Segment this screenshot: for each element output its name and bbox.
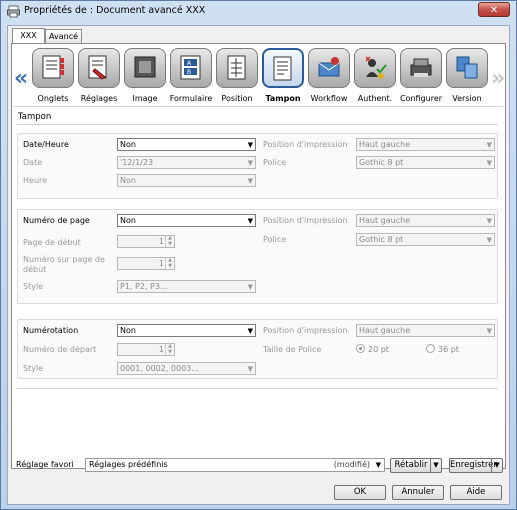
- chevron-down-icon: ▼: [430, 459, 441, 472]
- heure-label: Heure: [23, 176, 48, 185]
- date-police-select[interactable]: Gothic 8 pt ▼: [356, 156, 495, 169]
- image-icon: [124, 48, 166, 88]
- ok-button[interactable]: OK: [334, 485, 386, 500]
- spin-down-icon[interactable]: ▼: [165, 264, 174, 269]
- chevron-down-icon: ▼: [247, 283, 253, 291]
- numbering-position-label: Position d'impression: [263, 326, 348, 335]
- chevron-down-icon: ▼: [247, 327, 253, 335]
- tab-avance[interactable]: Avancé: [45, 29, 82, 43]
- chevron-down-icon: ▼: [375, 461, 381, 469]
- position-icon: [216, 48, 258, 88]
- chevron-down-icon: ▼: [486, 236, 492, 244]
- title-bar: Propriétés de : Document avancé XXX ✕: [1, 1, 516, 23]
- dialog-client: XXX Avancé « » Onglets Réglages Image A …: [7, 25, 510, 505]
- chevron-down-icon: ▼: [247, 159, 253, 167]
- start-page-stepper[interactable]: 1 ▲ ▼: [117, 235, 175, 248]
- version-icon: [446, 48, 488, 88]
- help-button[interactable]: Aide: [450, 485, 502, 500]
- scroll-right-arrow-icon[interactable]: »: [491, 66, 505, 91]
- date-time-group: Date/Heure Non ▼ Date '12/1/23 ▼ Heure Non…: [17, 133, 498, 199]
- restore-button[interactable]: Rétablir ▼: [390, 458, 442, 473]
- modified-indicator: (modifié): [333, 460, 370, 469]
- workflow-icon: [308, 48, 350, 88]
- spin-down-icon[interactable]: ▼: [165, 242, 174, 247]
- cancel-button[interactable]: Annuler: [392, 485, 444, 500]
- date-police-label: Police: [263, 158, 287, 167]
- chevron-down-icon: ▼: [247, 365, 253, 373]
- icon-version[interactable]: Version: [442, 48, 492, 108]
- feature-icon-bar: « » Onglets Réglages Image A B Formulair…: [12, 44, 505, 124]
- date-position-label: Position d'impression: [263, 140, 348, 149]
- font-size-label: Taille de Police: [263, 345, 322, 354]
- radio-20pt[interactable]: 20 pt: [356, 344, 389, 354]
- section-separator: [17, 124, 498, 125]
- tab-panel: « » Onglets Réglages Image A B Formulair…: [11, 43, 506, 469]
- scroll-left-arrow-icon[interactable]: «: [14, 66, 28, 91]
- start-number-label: Numéro sur page de début: [23, 255, 105, 274]
- page-number-label: Numéro de page: [23, 216, 90, 225]
- close-button[interactable]: ✕: [478, 2, 510, 17]
- section-title: Tampon: [18, 112, 52, 122]
- date-select[interactable]: '12/1/23 ▼: [117, 156, 256, 169]
- page-police-label: Police: [263, 235, 287, 244]
- radio-selected-icon: [356, 344, 365, 353]
- chevron-down-icon: ▼: [247, 217, 253, 225]
- date-position-select[interactable]: Haut gauche ▼: [356, 138, 495, 151]
- chevron-down-icon: ▼: [491, 459, 502, 472]
- date-time-select[interactable]: Non ▼: [117, 138, 256, 151]
- page-position-select[interactable]: Haut gauche ▼: [356, 214, 495, 227]
- numbering-style-label: Style: [23, 364, 44, 373]
- start-number-label-2: Numéro de départ: [23, 345, 97, 354]
- page-position-label: Position d'impression: [263, 216, 348, 225]
- date-time-label: Date/Heure: [23, 140, 69, 149]
- chevron-down-icon: ▼: [486, 327, 492, 335]
- start-number-stepper-2[interactable]: 1 ▲ ▼: [117, 343, 175, 356]
- start-page-label: Page de début: [23, 238, 81, 247]
- chevron-down-icon: ▼: [247, 141, 253, 149]
- numbering-group: Numérotation Non ▼ Numéro de départ 1 ▲ ▼ S…: [17, 319, 498, 379]
- icon-bar-separator: [14, 106, 503, 107]
- tab-xxx[interactable]: XXX: [12, 28, 45, 43]
- reglages-icon: [78, 48, 120, 88]
- radio-36pt[interactable]: 36 pt: [426, 344, 459, 354]
- favorites-label: Réglage favori: [16, 460, 74, 469]
- numbering-label: Numérotation: [23, 326, 79, 335]
- tampon-icon: [262, 48, 304, 88]
- content-separator: [17, 388, 498, 389]
- date-label: Date: [23, 158, 43, 167]
- page-police-select[interactable]: Gothic 8 pt ▼: [356, 233, 495, 246]
- numbering-style-select[interactable]: 0001, 0002, 0003... ▼: [117, 362, 256, 375]
- radio-unselected-icon: [426, 344, 435, 353]
- chevron-down-icon: ▼: [486, 217, 492, 225]
- chevron-down-icon: ▼: [486, 141, 492, 149]
- numbering-select[interactable]: Non ▼: [117, 324, 256, 337]
- save-button[interactable]: Enregistrer ▼: [449, 458, 503, 473]
- properties-window: Propriétés de : Document avancé XXX ✕ XX…: [0, 0, 517, 510]
- spin-down-icon[interactable]: ▼: [165, 350, 174, 355]
- page-number-group: Numéro de page Non ▼ Page de début 1 ▲ ▼ Nu…: [17, 209, 498, 304]
- svg-text:B: B: [187, 69, 191, 76]
- favorites-select[interactable]: Réglages prédéfinis (modifié) ▼: [85, 458, 385, 472]
- chevron-down-icon: ▼: [247, 177, 253, 185]
- formulaire-icon: AB: [170, 48, 212, 88]
- page-number-select[interactable]: Non ▼: [117, 214, 256, 227]
- heure-select[interactable]: Non ▼: [117, 174, 256, 187]
- icon-label-version: Version: [452, 94, 482, 103]
- authent-icon: [354, 48, 396, 88]
- numbering-position-select[interactable]: Haut gauche ▼: [356, 324, 495, 337]
- printer-icon: [7, 5, 20, 18]
- window-title: Propriétés de : Document avancé XXX: [24, 5, 206, 16]
- page-style-label: Style: [23, 282, 44, 291]
- start-number-stepper[interactable]: 1 ▲ ▼: [117, 257, 175, 270]
- chevron-down-icon: ▼: [486, 159, 492, 167]
- page-style-select[interactable]: P1, P2, P3... ▼: [117, 280, 256, 293]
- configurer-icon: [400, 48, 442, 88]
- onglets-icon: [32, 48, 74, 88]
- favorites-bar: Réglage favori Réglages prédéfinis (modi…: [11, 456, 506, 474]
